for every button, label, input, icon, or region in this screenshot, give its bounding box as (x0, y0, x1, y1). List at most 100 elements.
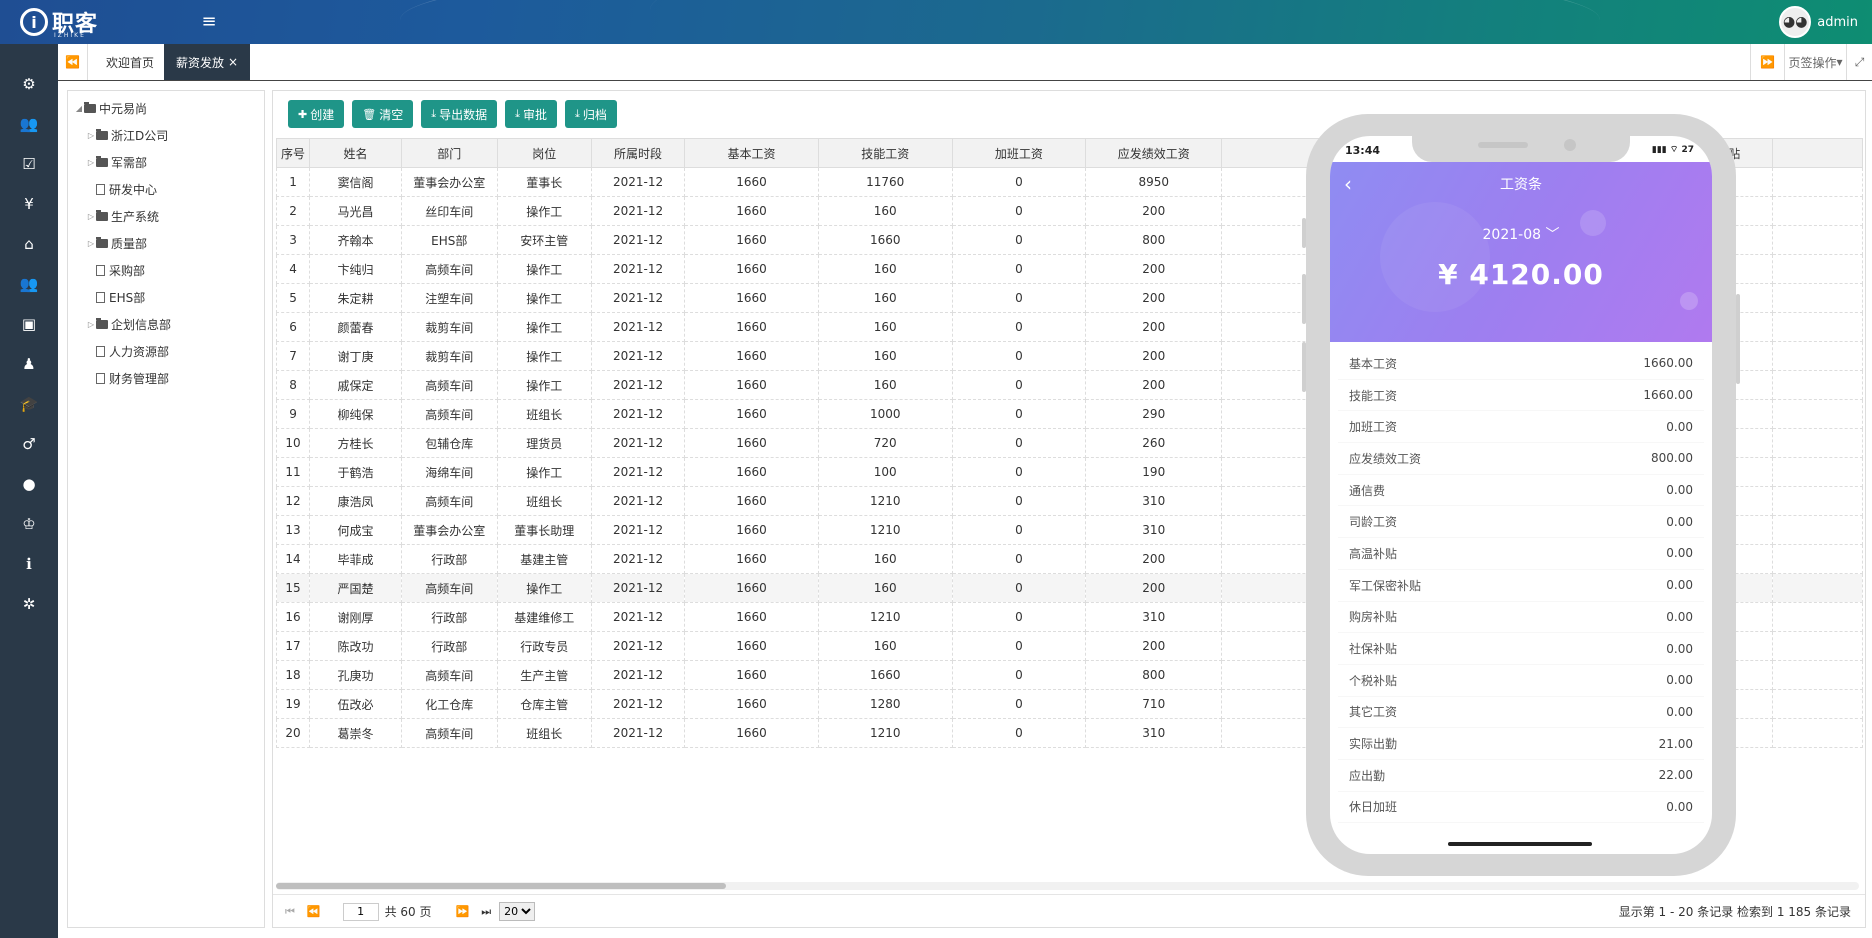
caret-down-icon[interactable]: ◢ (74, 104, 84, 113)
user-tie-icon[interactable]: ♟ (0, 344, 58, 384)
caret-right-icon[interactable]: ▷ (86, 131, 96, 140)
user-icon[interactable]: ● (0, 464, 58, 504)
table-cell: 0 (951, 370, 1087, 400)
tree-node[interactable]: ▷ 浙江D公司 (68, 122, 264, 149)
payslip-row: 应出勤 22.00 (1338, 760, 1704, 792)
logo-subtext: IZHIKE (54, 32, 86, 39)
payslip-label: 购房补贴 (1349, 610, 1398, 625)
tree-node[interactable]: 人力资源部 (68, 338, 264, 365)
user-menu[interactable]: ◕◕ admin (1779, 6, 1858, 38)
table-cell: 2021-12 (590, 486, 686, 516)
column-header[interactable]: 姓名 (309, 138, 403, 168)
horizontal-scrollbar[interactable] (276, 882, 1859, 890)
tree-node[interactable]: 研发中心 (68, 176, 264, 203)
next-page-icon[interactable]: ⏩ (456, 905, 470, 918)
table-cell: 290 (1085, 399, 1223, 429)
caret-right-icon[interactable]: ▷ (86, 320, 96, 329)
graduation-cap-icon[interactable]: 🎓 (0, 384, 58, 424)
table-cell: 2021-12 (590, 689, 686, 719)
tree-node[interactable]: ▷ 生产系统 (68, 203, 264, 230)
tab-scroll-right-icon[interactable]: ⏩ (1750, 44, 1784, 80)
page-input[interactable] (342, 902, 379, 921)
caret-right-icon[interactable]: ▷ (86, 212, 96, 221)
trophy-icon[interactable]: ♔ (0, 504, 58, 544)
table-cell: 160 (817, 573, 953, 603)
clear-button[interactable]: 🗑 清空 (352, 100, 414, 128)
table-cell: 2021-12 (590, 399, 686, 429)
caret-right-icon[interactable]: ▷ (86, 158, 96, 167)
info-icon[interactable]: ℹ (0, 544, 58, 584)
yen-icon[interactable]: ¥ (0, 184, 58, 224)
column-header[interactable]: 基本工资 (684, 138, 819, 168)
column-header[interactable]: 加班工资 (951, 138, 1087, 168)
caret-right-icon[interactable]: ▷ (86, 239, 96, 248)
record-info: 显示第 1 - 20 条记录 检索到 1 185 条记录 (1618, 905, 1851, 919)
scrollbar-thumb[interactable] (276, 883, 726, 889)
tree-node[interactable]: ◢ 中元易尚 (68, 95, 264, 122)
table-cell: 8950 (1085, 167, 1223, 197)
page-size-select[interactable]: 20 (499, 902, 536, 921)
tree-node-label: 企划信息部 (111, 318, 172, 332)
archive-button[interactable]: ⤓ 归档 (565, 100, 617, 128)
fullscreen-icon[interactable]: ⤢ (1846, 44, 1872, 80)
tree-node[interactable]: 采购部 (68, 257, 264, 284)
table-cell (1771, 631, 1863, 661)
tab-home[interactable]: 欢迎首页 (94, 44, 166, 80)
first-page-icon[interactable]: ⏮ (285, 905, 295, 919)
table-cell: 200 (1085, 312, 1223, 342)
export-button[interactable]: ⤓ 导出数据 (421, 100, 498, 128)
payslip-row: 通信费 0.00 (1338, 475, 1704, 507)
tree-node[interactable]: EHS部 (68, 284, 264, 311)
table-cell: 11 (276, 457, 311, 487)
column-header[interactable]: 所属时段 (590, 138, 686, 168)
table-cell: 17 (276, 631, 311, 661)
app-logo[interactable]: i 职客 IZHIKE (20, 6, 98, 39)
folder-icon (96, 210, 108, 221)
column-header[interactable]: 技能工资 (817, 138, 953, 168)
dashboard-icon[interactable]: ⚙ (0, 64, 58, 104)
table-cell: 200 (1085, 196, 1223, 226)
column-header[interactable]: 应发绩效工资 (1085, 138, 1223, 168)
table-cell: 310 (1085, 515, 1223, 545)
table-cell: 1660 (684, 341, 819, 371)
settings-icon[interactable]: ✲ (0, 584, 58, 624)
folder-icon (96, 318, 108, 329)
check-square-icon[interactable]: ☑ (0, 144, 58, 184)
column-header[interactable] (1771, 138, 1863, 168)
create-button[interactable]: ✚ 创建 (288, 100, 345, 128)
table-cell: 160 (817, 631, 953, 661)
group-icon[interactable]: 👥 (0, 264, 58, 304)
user-name[interactable]: admin (1817, 15, 1858, 30)
payslip-items: 基本工资 1660.00 技能工资 1660.00 加班工资 0.00 应发绩效工资 800.… (1338, 348, 1704, 838)
table-cell: 行政部 (401, 544, 498, 574)
table-cell: 1660 (684, 718, 819, 748)
last-page-icon[interactable]: ⏭ (481, 905, 491, 919)
column-header[interactable]: 部门 (401, 138, 498, 168)
column-header[interactable]: 岗位 (496, 138, 592, 168)
tree-node[interactable]: ▷ 质量部 (68, 230, 264, 257)
table-cell: 于鹤浩 (309, 457, 403, 487)
hamburger-icon[interactable]: ≡ (200, 12, 218, 32)
approve-button[interactable]: ⤓ 审批 (505, 100, 557, 128)
payslip-row: 实际出勤 21.00 (1338, 728, 1704, 760)
column-header[interactable]: 序号 (276, 138, 311, 168)
page-ops-menu[interactable]: 页签操作 ▾ (1784, 44, 1846, 80)
tab-salary[interactable]: 薪资发放 × (164, 44, 251, 80)
tree-node[interactable]: ▷ 军需部 (68, 149, 264, 176)
month-selector[interactable]: 2021-08 ﹀ (1330, 224, 1712, 244)
tree-node[interactable]: ▷ 企划信息部 (68, 311, 264, 338)
tree-node[interactable]: 财务管理部 (68, 365, 264, 392)
tab-scroll-left-icon[interactable]: ⏪ (58, 44, 88, 80)
sidebar: ⚙ 👥 ☑ ¥ ⌂ 👥 ▣ ♟ 🎓 ♂ ● ♔ ℹ ✲ (0, 44, 58, 938)
bank-icon[interactable]: ⌂ (0, 224, 58, 264)
table-cell: 行政部 (401, 631, 498, 661)
users-icon[interactable]: 👥 (0, 104, 58, 144)
close-icon[interactable]: × (228, 55, 238, 69)
tree-node-label: 中元易尚 (99, 102, 148, 116)
table-cell (1771, 312, 1863, 342)
male-icon[interactable]: ♂ (0, 424, 58, 464)
avatar[interactable]: ◕◕ (1779, 6, 1812, 38)
prev-page-icon[interactable]: ⏪ (307, 905, 321, 918)
briefcase-icon[interactable]: ▣ (0, 304, 58, 344)
table-cell: 0 (951, 689, 1087, 719)
